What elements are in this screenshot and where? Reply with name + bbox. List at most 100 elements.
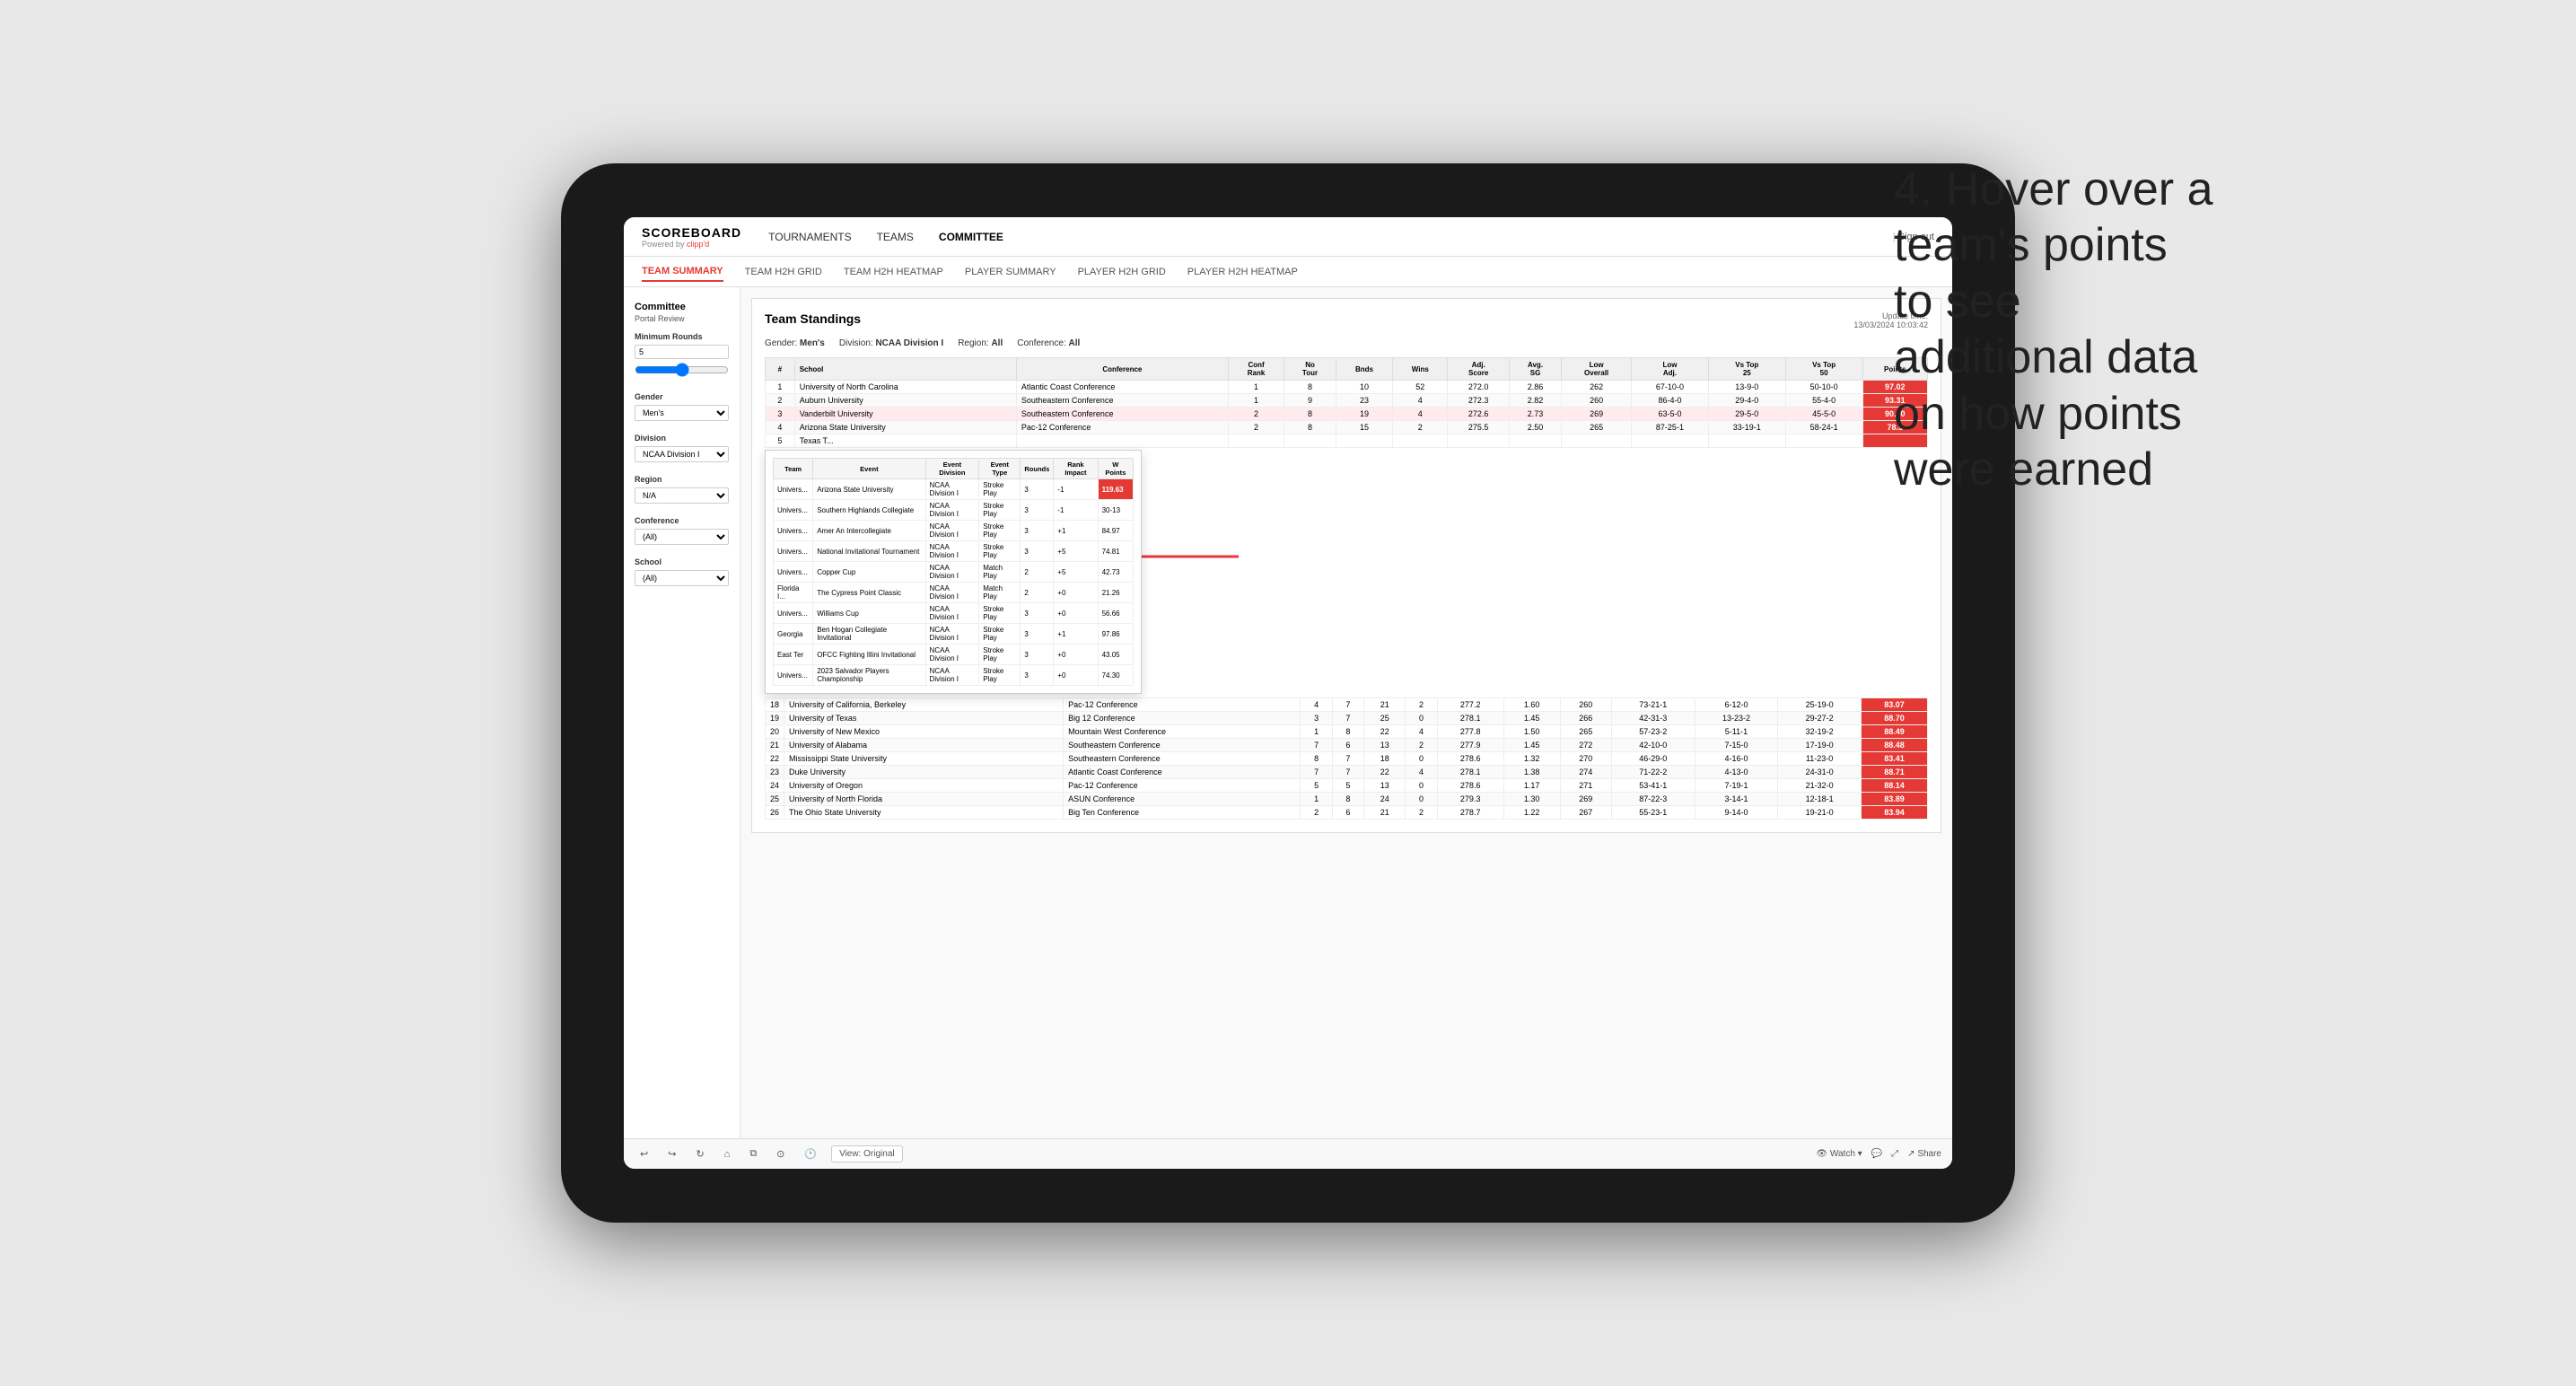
table-row[interactable]: 4 Arizona State University Pac-12 Confer… bbox=[766, 421, 1928, 434]
table-row[interactable]: 20 University of New Mexico Mountain Wes… bbox=[766, 725, 1928, 739]
cell-wins: 0 bbox=[1406, 779, 1437, 793]
cell-low-adj: 55-23-1 bbox=[1611, 806, 1695, 820]
subnav-player-summary[interactable]: PLAYER SUMMARY bbox=[965, 263, 1056, 281]
cell-vs50: 11-23-0 bbox=[1778, 752, 1862, 766]
comment-button[interactable]: 💬 bbox=[1871, 1149, 1882, 1159]
clock-button[interactable]: 🕐 bbox=[799, 1145, 822, 1162]
cell-low: 269 bbox=[1560, 793, 1611, 806]
cell-points[interactable]: 88.14 bbox=[1861, 779, 1927, 793]
table-row[interactable]: 26 The Ohio State University Big Ten Con… bbox=[766, 806, 1928, 820]
cell-avg-sg: 1.50 bbox=[1503, 725, 1560, 739]
subnav-team-summary[interactable]: TEAM SUMMARY bbox=[642, 262, 723, 282]
table-row[interactable]: 1 University of North Carolina Atlantic … bbox=[766, 381, 1928, 394]
cell-rank: 23 bbox=[766, 766, 784, 779]
nav-tournaments[interactable]: TOURNAMENTS bbox=[768, 227, 851, 247]
share-button[interactable]: ↗ Share bbox=[1907, 1149, 1941, 1159]
cell-low-adj: 87-22-3 bbox=[1611, 793, 1695, 806]
cell-no-tour: 8 bbox=[1284, 421, 1336, 434]
logo-text: SCOREBOARD bbox=[642, 225, 741, 240]
cell-low-adj: 86-4-0 bbox=[1632, 394, 1709, 408]
cell-conf-rank: 1 bbox=[1301, 793, 1332, 806]
hover-tooltip: Team Event Event Division Event Type Rou… bbox=[765, 450, 1142, 694]
table-row[interactable]: 19 University of Texas Big 12 Conference… bbox=[766, 712, 1928, 725]
expand-button[interactable]: ⤢ bbox=[1891, 1149, 1898, 1159]
cell-no-tour bbox=[1284, 434, 1336, 448]
table-row[interactable]: 23 Duke University Atlantic Coast Confer… bbox=[766, 766, 1928, 779]
refresh-button[interactable]: ↻ bbox=[690, 1145, 709, 1162]
cell-points[interactable]: 88.49 bbox=[1861, 725, 1927, 739]
cell-adj-score: 278.1 bbox=[1437, 712, 1503, 725]
tt-event: The Cypress Point Classic bbox=[813, 583, 925, 603]
watch-button[interactable]: 👁 Watch ▾ bbox=[1816, 1149, 1862, 1159]
table-row[interactable]: 21 University of Alabama Southeastern Co… bbox=[766, 739, 1928, 752]
tt-event-div: NCAA Division I bbox=[925, 583, 979, 603]
tt-w-points: 30-13 bbox=[1098, 500, 1133, 521]
cell-rank: 2 bbox=[766, 394, 795, 408]
cell-points[interactable]: 83.94 bbox=[1861, 806, 1927, 820]
cell-wins: 4 bbox=[1406, 725, 1437, 739]
table-row[interactable]: 3 Vanderbilt University Southeastern Con… bbox=[766, 408, 1928, 421]
tablet-device: SCOREBOARD Powered by clipp'd TOURNAMENT… bbox=[561, 163, 2015, 1223]
sidebar-heading: Committee bbox=[635, 302, 729, 312]
nav-teams[interactable]: TEAMS bbox=[877, 227, 914, 247]
table-row[interactable]: 2 Auburn University Southeastern Confere… bbox=[766, 394, 1928, 408]
gender-label: Gender bbox=[635, 392, 729, 401]
cell-points[interactable]: 88.71 bbox=[1861, 766, 1927, 779]
table-row[interactable]: 24 University of Oregon Pac-12 Conferenc… bbox=[766, 779, 1928, 793]
cell-low: 266 bbox=[1560, 712, 1611, 725]
col-low: LowOverall bbox=[1562, 358, 1632, 381]
region-select[interactable]: N/A All bbox=[635, 487, 729, 504]
table-row[interactable]: 5 Texas T... bbox=[766, 434, 1928, 448]
conference-select[interactable]: (All) bbox=[635, 529, 729, 545]
subnav-player-h2h-heatmap[interactable]: PLAYER H2H HEATMAP bbox=[1187, 263, 1298, 281]
min-rounds-slider[interactable] bbox=[635, 363, 729, 377]
cell-wins: 4 bbox=[1393, 394, 1448, 408]
tt-team: Univers... bbox=[774, 521, 813, 541]
subnav-player-h2h-grid[interactable]: PLAYER H2H GRID bbox=[1078, 263, 1166, 281]
tt-rank-impact: +5 bbox=[1054, 562, 1098, 583]
cell-school: University of California, Berkeley bbox=[784, 698, 1064, 712]
cell-adj-score: 277.2 bbox=[1437, 698, 1503, 712]
redo-button[interactable]: ↪ bbox=[662, 1145, 681, 1162]
cell-wins: 0 bbox=[1406, 712, 1437, 725]
cell-conf-rank: 5 bbox=[1301, 779, 1332, 793]
nav-committee[interactable]: COMMITTEE bbox=[939, 227, 1003, 247]
tooltip-row: Florida I... The Cypress Point Classic N… bbox=[774, 583, 1134, 603]
cell-no-tour: 8 bbox=[1332, 725, 1363, 739]
division-select[interactable]: NCAA Division I NCAA Division II NCAA Di… bbox=[635, 446, 729, 462]
subnav-team-h2h-heatmap[interactable]: TEAM H2H HEATMAP bbox=[844, 263, 943, 281]
tt-event: Southern Highlands Collegiate bbox=[813, 500, 925, 521]
cell-points[interactable]: 83.07 bbox=[1861, 698, 1927, 712]
table-row[interactable]: 22 Mississippi State University Southeas… bbox=[766, 752, 1928, 766]
subnav-team-h2h-grid[interactable]: TEAM H2H GRID bbox=[745, 263, 822, 281]
tt-event-type: Match Play bbox=[979, 562, 1021, 583]
cell-points[interactable]: 83.41 bbox=[1861, 752, 1927, 766]
cell-conference bbox=[1016, 434, 1228, 448]
view-original-button[interactable]: View: Original bbox=[831, 1145, 903, 1162]
cell-points[interactable]: 88.70 bbox=[1861, 712, 1927, 725]
tt-rank-impact: +0 bbox=[1054, 603, 1098, 624]
tt-rounds: 2 bbox=[1021, 583, 1054, 603]
cell-low: 272 bbox=[1560, 739, 1611, 752]
cell-no-tour: 6 bbox=[1332, 806, 1363, 820]
cell-points[interactable]: 83.89 bbox=[1861, 793, 1927, 806]
cell-wins: 2 bbox=[1393, 421, 1448, 434]
col-rank: # bbox=[766, 358, 795, 381]
settings-button[interactable]: ⊙ bbox=[771, 1145, 790, 1162]
cell-points[interactable]: 88.48 bbox=[1861, 739, 1927, 752]
region-label: Region bbox=[635, 475, 729, 484]
cell-rank: 25 bbox=[766, 793, 784, 806]
table-row[interactable]: 25 University of North Florida ASUN Conf… bbox=[766, 793, 1928, 806]
undo-button[interactable]: ↩ bbox=[635, 1145, 653, 1162]
cell-adj-score: 278.6 bbox=[1437, 779, 1503, 793]
min-rounds-input[interactable] bbox=[635, 345, 729, 359]
copy-button[interactable]: ⧉ bbox=[744, 1145, 762, 1162]
more-standings-table: 18 University of California, Berkeley Pa… bbox=[765, 697, 1928, 820]
home-button[interactable]: ⌂ bbox=[719, 1146, 736, 1162]
gender-select[interactable]: Men's Women's bbox=[635, 405, 729, 421]
school-select[interactable]: (All) bbox=[635, 570, 729, 586]
cell-wins: 0 bbox=[1406, 793, 1437, 806]
table-row[interactable]: 18 University of California, Berkeley Pa… bbox=[766, 698, 1928, 712]
cell-avg-sg: 1.45 bbox=[1503, 712, 1560, 725]
tt-event: OFCC Fighting Illini Invitational bbox=[813, 645, 925, 665]
